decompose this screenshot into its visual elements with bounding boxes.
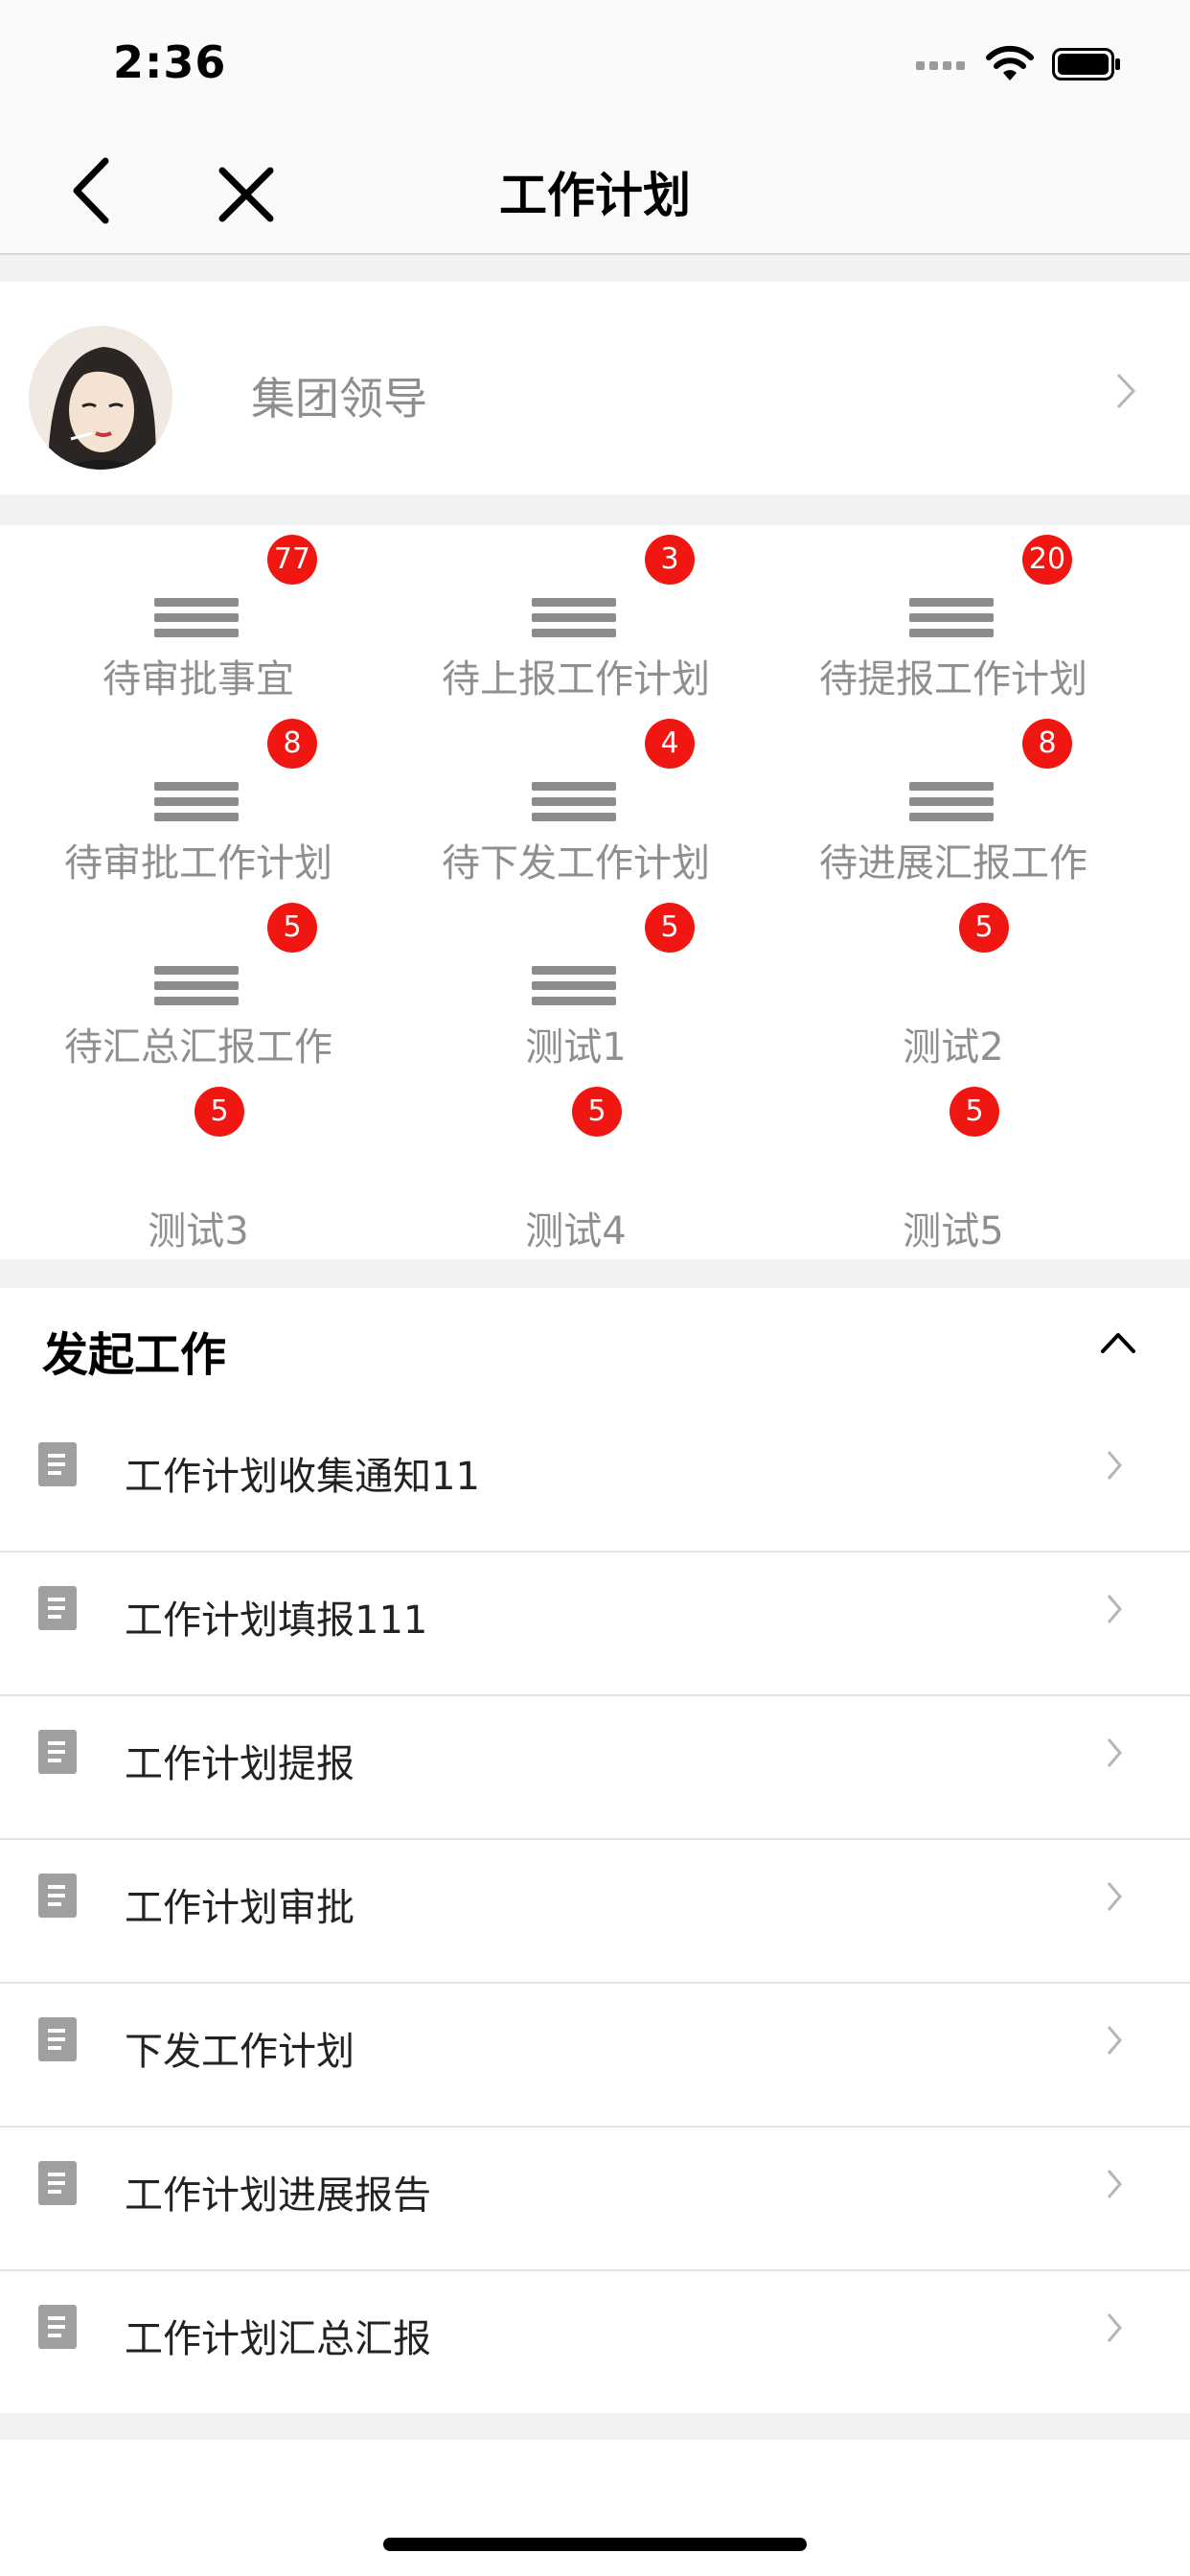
document-icon [38,2161,77,2205]
list-item-label: 工作计划审批 [125,1886,355,1930]
count-badge: 20 [1022,535,1072,585]
count-badge: 5 [950,1087,999,1137]
shortcut-label: 待进展汇报工作 [819,841,1087,886]
count-badge: 5 [645,903,695,953]
document-icon [38,2017,77,2061]
list-icon [154,746,239,821]
count-badge: 4 [645,719,695,769]
shortcut-item[interactable]: 5 测试3 [0,1077,397,1261]
chevron-right-icon [1107,2313,1122,2342]
shortcut-item[interactable]: 5 测试4 [378,1077,774,1261]
list-icon [909,562,994,637]
shortcut-grid: 77 待审批事宜 3 待上报工作计划 20 待提报工作计划 8 待审批工作计划 … [0,525,1190,1259]
divider [0,2413,1190,2440]
chevron-right-icon [1107,1451,1122,1480]
profile-row[interactable]: 集团领导 [0,282,1190,494]
list-icon [532,930,616,1005]
count-badge: 3 [645,535,695,585]
list-item-label: 工作计划汇总汇报 [125,2317,431,2361]
list-icon [154,930,239,1005]
list-item[interactable]: 工作计划汇总汇报 [0,2271,1190,2415]
count-badge: 5 [959,903,1009,953]
wifi-icon [986,45,1034,80]
shortcut-item[interactable]: 4 待下发工作计划 [378,709,774,893]
divider [0,1259,1190,1288]
shortcut-item[interactable]: 5 测试2 [755,893,1152,1077]
document-icon [38,1730,77,1774]
document-icon [38,2305,77,2349]
shortcut-label: 待汇总汇报工作 [64,1025,332,1070]
count-badge: 77 [267,535,317,585]
shortcut-item[interactable]: 20 待提报工作计划 [755,525,1152,709]
list-item[interactable]: 工作计划提报 [0,1696,1190,1840]
list-item[interactable]: 工作计划收集通知11 [0,1409,1190,1552]
shortcut-item[interactable]: 5 测试1 [378,893,774,1077]
chevron-right-icon [1107,1882,1122,1911]
collapse-caret-icon[interactable] [1100,1330,1136,1355]
profile-name: 集团领导 [251,373,427,425]
shortcut-label: 待上报工作计划 [442,657,710,702]
count-badge: 5 [267,903,317,953]
list-item-label: 工作计划提报 [125,1742,355,1786]
chevron-right-icon [1107,1595,1122,1623]
shortcut-label: 待提报工作计划 [819,657,1087,702]
count-badge: 8 [1022,719,1072,769]
list-item-label: 工作计划进展报告 [125,2174,431,2218]
chevron-right-icon [1107,2026,1122,2055]
divider [0,255,1190,282]
shortcut-label: 待审批工作计划 [64,841,332,886]
count-badge: 8 [267,719,317,769]
shortcut-item[interactable]: 5 待汇总汇报工作 [0,893,397,1077]
document-icon [38,1874,77,1918]
shortcut-item[interactable]: 8 待进展汇报工作 [755,709,1152,893]
battery-icon [1052,48,1120,80]
document-icon [38,1442,77,1486]
shortcut-label: 待审批事宜 [103,657,294,702]
section-title: 发起工作 [42,1328,227,1382]
shortcut-item[interactable]: 8 待审批工作计划 [0,709,397,893]
list-item[interactable]: 工作计划填报111 [0,1552,1190,1696]
chevron-right-icon [1116,373,1136,409]
list-item[interactable]: 工作计划进展报告 [0,2128,1190,2271]
chevron-right-icon [1107,1738,1122,1767]
list-item[interactable]: 下发工作计划 [0,1984,1190,2128]
count-badge: 5 [572,1087,622,1137]
list-item-label: 下发工作计划 [125,2030,355,2074]
start-work-section: 发起工作 工作计划收集通知11 工作计划填报111 工作计划提报 工作计划审批 … [0,1288,1190,2413]
shortcut-label: 测试4 [525,1209,627,1254]
navigation-bar: 工作计划 [0,128,1190,255]
list-icon [532,562,616,637]
list-item[interactable]: 工作计划审批 [0,1840,1190,1984]
shortcut-label: 测试1 [525,1025,627,1070]
count-badge: 5 [195,1087,244,1137]
document-icon [38,1586,77,1630]
shortcut-item[interactable]: 3 待上报工作计划 [378,525,774,709]
shortcut-label: 测试3 [148,1209,249,1254]
list-item-label: 工作计划填报111 [125,1598,428,1643]
shortcut-label: 测试2 [903,1025,1004,1070]
avatar [29,326,172,470]
shortcut-item[interactable]: 77 待审批事宜 [0,525,397,709]
list-icon [909,746,994,821]
divider [0,494,1190,525]
home-indicator[interactable] [383,2538,807,2551]
list-item-label: 工作计划收集通知11 [125,1455,480,1499]
shortcut-label: 待下发工作计划 [442,841,710,886]
list-icon [532,746,616,821]
shortcut-label: 测试5 [903,1209,1004,1254]
list-icon [154,562,239,637]
cellular-signal-icon [916,61,970,73]
status-bar: 2:36 [0,0,1190,128]
page-title: 工作计划 [499,168,691,223]
shortcut-item[interactable]: 5 测试5 [755,1077,1152,1261]
status-time: 2:36 [113,36,227,88]
chevron-right-icon [1107,2170,1122,2198]
